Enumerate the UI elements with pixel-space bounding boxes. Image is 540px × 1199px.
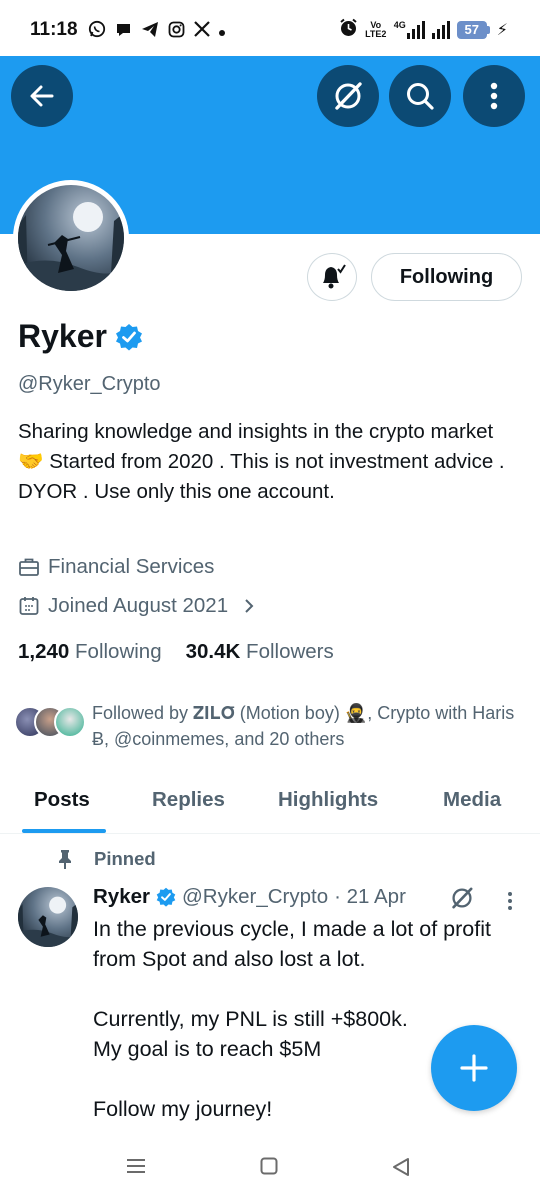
plus-icon	[460, 1054, 488, 1082]
followed-by-text: Followed by 𝐙𝐈𝐋𝐎̄ (Motion boy) 🥷, Crypto…	[92, 703, 515, 749]
back-button[interactable]	[11, 65, 73, 127]
status-bar: 11:18 Vo LTE2 4G 57 ⚡	[0, 0, 540, 56]
profile-name-text: Ryker	[18, 318, 107, 354]
charging-icon: ⚡	[496, 22, 508, 39]
followed-by-summary[interactable]: Followed by 𝐙𝐈𝐋𝐎̄ (Motion boy) 🥷, Crypto…	[14, 700, 524, 752]
profile-tabs: Posts Replies Highlights Media	[0, 778, 540, 834]
pinned-label: Pinned	[56, 848, 156, 870]
instagram-icon	[168, 21, 185, 43]
follower-avatar	[54, 706, 86, 738]
back-arrow-icon	[30, 85, 54, 107]
pin-icon	[59, 850, 71, 869]
whatsapp-icon	[88, 20, 106, 43]
tab-media[interactable]: Media	[443, 788, 501, 812]
profile-handle: @Ryker_Crypto	[18, 373, 161, 395]
system-indicators: Vo LTE2 4G 57 ⚡	[339, 18, 508, 42]
recent-apps-icon[interactable]	[125, 1156, 147, 1176]
post-header: Ryker @Ryker_Crypto · 21 Apr	[93, 885, 406, 909]
more-options-button[interactable]	[463, 65, 525, 127]
search-button[interactable]	[389, 65, 451, 127]
signal-4g: 4G	[394, 21, 425, 39]
system-nav-bar	[0, 1140, 540, 1199]
notification-dot-icon	[219, 23, 225, 41]
category-text: Financial Services	[48, 555, 215, 578]
followers-count-link[interactable]: 30.4K Followers	[186, 640, 334, 664]
avatar-image	[18, 887, 78, 947]
verified-badge-icon	[115, 323, 142, 350]
bell-icon	[323, 264, 346, 289]
post-date[interactable]: · 21 Apr	[334, 885, 406, 909]
alarm-icon	[339, 18, 358, 42]
pinned-text: Pinned	[94, 848, 156, 869]
status-time: 11:18	[30, 19, 78, 40]
following-count-link[interactable]: 1,240 Following	[18, 640, 162, 664]
chevron-right-icon	[245, 599, 254, 613]
compose-button[interactable]	[431, 1025, 517, 1111]
volte-indicator: Vo LTE2	[365, 20, 387, 39]
battery-icon: 57	[456, 21, 490, 39]
followed-by-avatars	[14, 700, 88, 740]
post-more-icon[interactable]	[507, 891, 513, 911]
post-grok-icon[interactable]	[449, 885, 475, 911]
tab-replies[interactable]: Replies	[152, 788, 225, 812]
profile-joined[interactable]: Joined August 2021	[18, 594, 256, 618]
back-nav-icon[interactable]	[390, 1156, 412, 1178]
following-button[interactable]: Following	[371, 253, 522, 301]
calendar-icon	[19, 597, 39, 615]
post-author-name[interactable]: Ryker	[93, 885, 150, 909]
x-icon	[194, 21, 210, 42]
more-vertical-icon	[490, 82, 498, 110]
post-author-handle[interactable]: @Ryker_Crypto	[182, 885, 328, 909]
active-tab-indicator	[22, 829, 106, 833]
chat-icon	[115, 21, 132, 43]
profile-avatar[interactable]	[13, 180, 129, 296]
tab-highlights[interactable]: Highlights	[278, 788, 378, 812]
profile-category: Financial Services	[18, 555, 214, 579]
grok-button[interactable]	[317, 65, 379, 127]
joined-text: Joined August 2021	[48, 594, 229, 617]
post-author-avatar[interactable]	[18, 887, 78, 947]
home-icon[interactable]	[259, 1156, 279, 1176]
telegram-icon	[141, 21, 159, 43]
profile-name: Ryker	[18, 318, 143, 355]
search-icon	[407, 83, 434, 110]
follow-counts: 1,240 Following 30.4K Followers	[18, 640, 334, 664]
verified-badge-icon	[156, 887, 176, 907]
signal-bars-icon	[431, 21, 450, 39]
notifications-bell-button[interactable]	[307, 253, 357, 301]
avatar-image	[18, 185, 124, 291]
tab-posts[interactable]: Posts	[34, 788, 90, 812]
grok-icon	[335, 82, 362, 110]
profile-bio: Sharing knowledge and insights in the cr…	[18, 420, 505, 503]
notification-icons	[88, 20, 225, 43]
briefcase-icon	[19, 558, 39, 576]
